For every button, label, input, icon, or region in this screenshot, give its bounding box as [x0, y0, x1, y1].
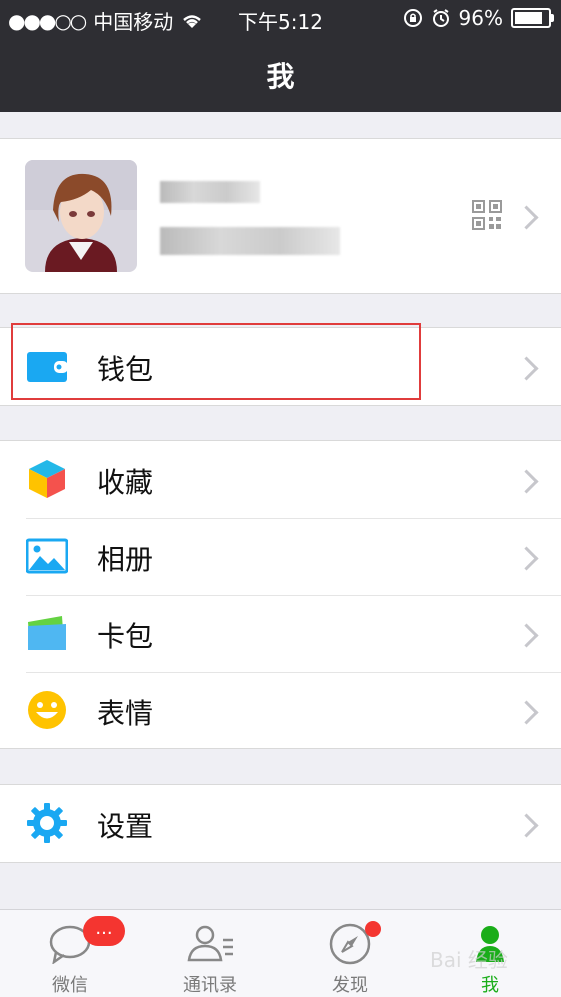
account-placeholder	[160, 227, 340, 255]
contacts-icon	[187, 925, 233, 962]
alarm-icon	[432, 9, 449, 27]
settings-section: 设置	[0, 784, 561, 863]
menu-item-stickers[interactable]: 表情	[0, 672, 561, 749]
menu-label-album: 相册	[97, 543, 154, 576]
menu-label-settings: 设置	[97, 810, 154, 843]
tab-label-chats: 微信	[52, 975, 88, 996]
avatar[interactable]	[25, 160, 137, 272]
avatar-image	[25, 160, 137, 272]
status-bar: ●●●○○ 中国移动 下午5:12 96%	[0, 0, 561, 36]
tab-label-me: 我	[481, 975, 499, 996]
tab-label-discover: 发现	[332, 975, 368, 996]
clock: 下午5:12	[238, 10, 323, 34]
menu-label-cards: 卡包	[97, 620, 154, 653]
battery-icon	[511, 8, 554, 28]
name-placeholder	[160, 181, 260, 203]
chevron-right-icon	[514, 469, 539, 494]
top-bar: ●●●○○ 中国移动 下午5:12 96% 我	[0, 0, 561, 112]
chevron-right-icon	[514, 546, 539, 571]
menu-label-favorites: 收藏	[97, 466, 154, 499]
image-icon	[26, 538, 68, 574]
qr-code-icon[interactable]	[472, 200, 502, 230]
battery-percent: 96%	[458, 6, 503, 30]
unread-badge: ...	[83, 916, 125, 946]
menu-item-settings[interactable]: 设置	[0, 785, 561, 862]
chevron-right-icon	[514, 205, 539, 230]
rotation-lock-icon	[403, 9, 422, 27]
menu-item-album[interactable]: 相册	[0, 518, 561, 595]
tab-contacts[interactable]: 通讯录	[140, 910, 280, 997]
tab-discover[interactable]: 发现	[280, 910, 420, 997]
menu-item-cards[interactable]: 卡包	[0, 595, 561, 672]
menu-label-stickers: 表情	[97, 697, 154, 730]
gear-icon	[27, 803, 67, 843]
notification-dot	[365, 921, 381, 937]
chevron-right-icon	[514, 700, 539, 725]
card-icon	[28, 616, 66, 650]
highlight-box	[11, 323, 421, 400]
cube-icon	[29, 460, 65, 498]
menu-item-favorites[interactable]: 收藏	[0, 441, 561, 518]
chevron-right-icon	[514, 356, 539, 381]
watermark-text: Bai 经验	[430, 948, 508, 972]
chevron-right-icon	[514, 813, 539, 838]
tab-label-contacts: 通讯录	[183, 975, 237, 996]
smile-icon	[28, 691, 66, 729]
page-title: 我	[266, 60, 295, 93]
collection-section: 收藏 相册 卡包 表情	[0, 440, 561, 749]
battery-level	[515, 12, 542, 24]
chevron-right-icon	[514, 623, 539, 648]
